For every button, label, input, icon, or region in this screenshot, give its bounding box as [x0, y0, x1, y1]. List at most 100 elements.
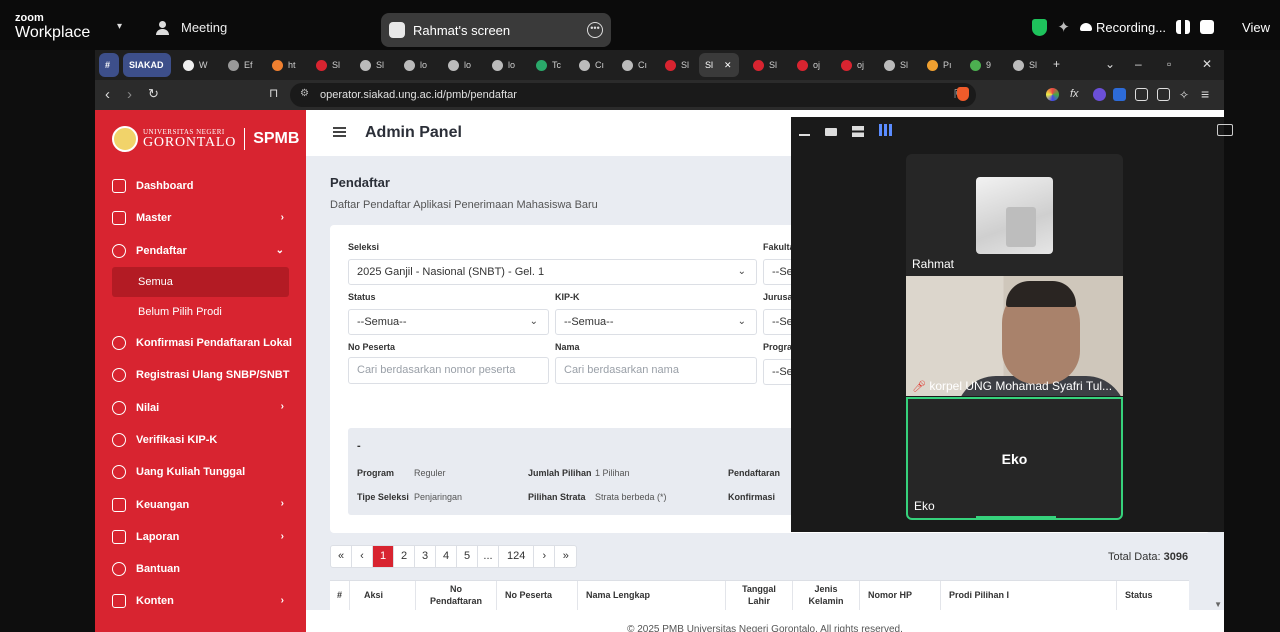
tab-search-icon[interactable]: ⌄ — [1105, 57, 1115, 71]
sidebar-item-ukt[interactable]: Uang Kuliah Tunggal — [95, 456, 306, 488]
col-no-pendaftaran[interactable]: No Pendaftaran — [416, 581, 497, 611]
tab-active[interactable]: Sl ✕ — [699, 53, 739, 77]
tab[interactable]: Sl — [878, 53, 914, 77]
tab[interactable]: Sl — [310, 53, 346, 77]
tab-group-siakad[interactable]: SIAKAD — [123, 53, 171, 77]
page-button[interactable]: 3 — [415, 546, 436, 567]
tab[interactable]: oj — [835, 53, 870, 77]
meeting-button[interactable]: Meeting — [156, 20, 227, 35]
nama-input[interactable]: Cari berdasarkan nama — [555, 357, 757, 384]
video-tile-rahmat[interactable]: Rahmat — [906, 154, 1123, 276]
last-page-button[interactable]: » — [555, 546, 576, 567]
sidebar-item-bantuan[interactable]: Bantuan — [95, 553, 306, 585]
pause-recording-button[interactable] — [1176, 20, 1191, 34]
col-no-peserta[interactable]: No Peserta — [497, 581, 578, 611]
col-nomor-hp[interactable]: Nomor HP — [860, 581, 941, 611]
hamburger-menu-icon[interactable] — [333, 127, 346, 137]
tab[interactable]: Cı — [573, 53, 610, 77]
minimize-icon[interactable]: – — [1135, 57, 1142, 71]
screen-share-pill[interactable]: Rahmat's screen ••• — [381, 13, 611, 47]
new-tab-icon[interactable]: + — [1053, 57, 1060, 71]
extension-icon[interactable] — [1113, 88, 1126, 101]
page-button[interactable]: 2 — [394, 546, 415, 567]
chevron-down-icon[interactable]: ▾ — [117, 21, 122, 32]
col-jenis-kelamin[interactable]: Jenis Kelamin — [793, 581, 860, 611]
sidebar-item-dashboard[interactable]: Dashboard — [95, 170, 306, 202]
close-window-icon[interactable]: ✕ — [1202, 57, 1212, 71]
sidebar-item-konfirmasi[interactable]: Konfirmasi Pendaftaran Lokal — [95, 327, 306, 359]
sidebar-item-master[interactable]: Master › — [95, 202, 306, 234]
sidebar-item-verifikasi-kipk[interactable]: Verifikasi KIP-K — [95, 424, 306, 456]
col-status[interactable]: Status — [1117, 581, 1189, 611]
address-field[interactable]: ⚙ operator.siakad.ung.ac.id/pmb/pendafta… — [290, 83, 976, 107]
view-button[interactable]: View — [1242, 20, 1270, 35]
page-button[interactable]: 124 — [499, 546, 535, 567]
sidebar-item-nilai[interactable]: Nilai › — [95, 391, 306, 423]
tab[interactable]: Cı — [616, 53, 653, 77]
speaker-view-icon[interactable] — [825, 128, 837, 136]
back-icon[interactable]: ‹ — [105, 86, 110, 103]
tab[interactable]: Sl — [747, 53, 783, 77]
extension-icon[interactable] — [1046, 88, 1059, 101]
tab[interactable]: ht — [266, 53, 302, 77]
ai-sparkle-icon[interactable]: ✦ — [1057, 18, 1070, 36]
tab[interactable]: Sl — [659, 53, 695, 77]
formula-icon[interactable]: fx — [1070, 88, 1083, 101]
tab[interactable]: Tc — [530, 53, 567, 77]
page-button[interactable]: 4 — [436, 546, 457, 567]
scroll-down-icon[interactable]: ▼ — [1214, 600, 1222, 609]
tab-github[interactable]: W — [177, 53, 214, 77]
extension-icon[interactable] — [1093, 88, 1106, 101]
sidebar-item-keuangan[interactable]: Keuangan › — [95, 488, 306, 520]
site-info-icon[interactable]: ⚙ — [300, 88, 309, 99]
sidebar-subitem-belum-pilih-prodi[interactable]: Belum Pilih Prodi — [95, 297, 306, 327]
col-tanggal-lahir[interactable]: Tanggal Lahir — [726, 581, 793, 611]
video-tile-eko[interactable]: Eko Eko — [906, 397, 1123, 520]
tab[interactable]: Sl — [1007, 53, 1043, 77]
brave-shield-icon[interactable] — [957, 87, 969, 101]
bookmark-icon[interactable]: ⊓ — [269, 86, 278, 100]
col-prodi-pilihan[interactable]: Prodi Pilihan I — [941, 581, 1117, 611]
extensions-icon[interactable] — [1135, 88, 1148, 101]
more-icon[interactable]: ••• — [587, 22, 603, 38]
page-button[interactable]: 1 — [373, 546, 394, 567]
minimize-video-icon[interactable] — [799, 126, 810, 136]
status-select[interactable]: --Semua-- ⌄ — [348, 309, 549, 335]
forward-icon[interactable]: › — [127, 86, 132, 103]
strip-view-icon[interactable] — [852, 126, 864, 137]
maximize-icon[interactable]: ▫ — [1167, 57, 1171, 71]
tab[interactable]: oj — [791, 53, 826, 77]
tab-group-hash[interactable]: # — [99, 53, 119, 77]
tab[interactable]: lo — [486, 53, 521, 77]
tab[interactable]: Pı — [921, 53, 958, 77]
page-button[interactable]: 5 — [457, 546, 478, 567]
tab[interactable]: Sl — [354, 53, 390, 77]
close-icon[interactable]: ✕ — [724, 60, 732, 71]
tab[interactable]: lo — [398, 53, 433, 77]
stop-recording-button[interactable] — [1200, 20, 1215, 34]
brand[interactable]: UNIVERSITAS NEGERI GORONTALO SPMB — [112, 126, 299, 152]
pop-out-icon[interactable] — [1217, 124, 1233, 136]
reload-icon[interactable]: ↻ — [148, 86, 159, 102]
kipk-select[interactable]: --Semua-- ⌄ — [555, 309, 757, 335]
video-tile-korpel[interactable]: 🎤︎ korpel UNG Mohamad Syafri Tul... — [906, 276, 1123, 396]
sidebar-icon[interactable] — [1157, 88, 1170, 101]
shield-icon[interactable] — [1032, 18, 1048, 36]
menu-icon[interactable]: ≡ — [1201, 86, 1209, 102]
sidebar-item-konten[interactable]: Konten › — [95, 585, 306, 617]
next-page-button[interactable]: › — [534, 546, 556, 567]
sidebar-item-registrasi-ulang[interactable]: Registrasi Ulang SNBP/SNBT — [95, 359, 306, 391]
sidebar-subitem-semua[interactable]: Semua — [112, 266, 289, 297]
sidebar-item-pendaftar[interactable]: Pendaftar ⌄ — [95, 235, 306, 267]
tab[interactable]: 9 — [964, 53, 997, 77]
nopeserta-input[interactable]: Cari berdasarkan nomor peserta — [348, 357, 549, 384]
sidebar-item-laporan[interactable]: Laporan › — [95, 521, 306, 553]
gallery-view-icon[interactable] — [879, 124, 892, 136]
first-page-button[interactable]: « — [331, 546, 352, 567]
tab[interactable]: Ef — [222, 53, 259, 77]
prev-page-button[interactable]: ‹ — [352, 546, 373, 567]
col-nama-lengkap[interactable]: Nama Lengkap — [578, 581, 726, 611]
seleksi-select[interactable]: 2025 Ganjil - Nasional (SNBT) - Gel. 1 ⌄ — [348, 259, 757, 285]
tab[interactable]: lo — [442, 53, 477, 77]
leo-icon[interactable]: ✧ — [1179, 88, 1192, 102]
